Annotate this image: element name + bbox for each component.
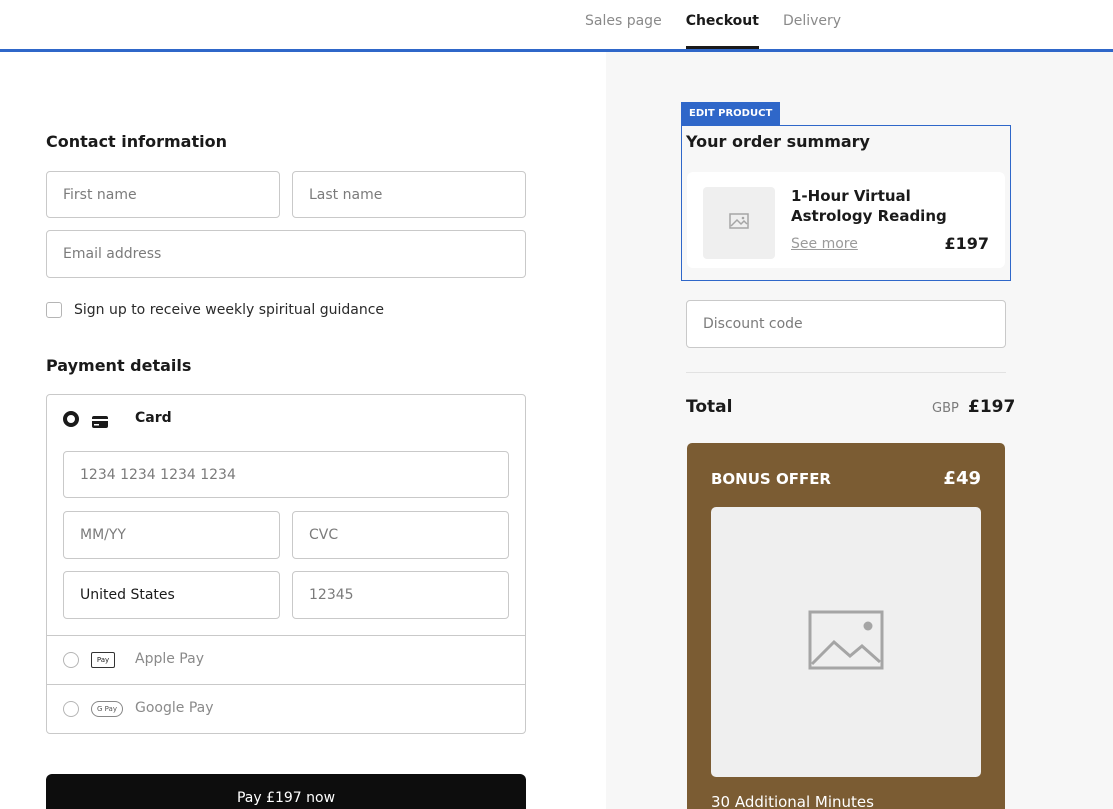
google-pay-label: Google Pay xyxy=(135,700,214,716)
card-label: Card xyxy=(135,410,172,426)
card-number-field[interactable]: 1234 1234 1234 1234 xyxy=(63,451,509,498)
newsletter-checkbox[interactable] xyxy=(46,302,62,318)
pay-now-button[interactable]: Pay £197 now xyxy=(46,774,526,809)
image-placeholder-icon xyxy=(729,213,749,233)
email-field[interactable]: Email address xyxy=(46,230,526,278)
bonus-offer-image xyxy=(711,507,981,777)
tab-delivery[interactable]: Delivery xyxy=(783,0,841,49)
apple-pay-label: Apple Pay xyxy=(135,651,204,667)
product-name: 1-Hour Virtual Astrology Reading xyxy=(791,187,947,225)
contact-section-title: Contact information xyxy=(46,132,227,151)
expiry-field[interactable]: MM/YY xyxy=(63,511,280,559)
nav-tabs: Sales page Checkout Delivery xyxy=(585,0,841,49)
checkout-form: Contact information First name Last name… xyxy=(0,52,606,809)
first-name-field[interactable]: First name xyxy=(46,171,280,218)
newsletter-row: Sign up to receive weekly spiritual guid… xyxy=(46,302,384,318)
see-more-link[interactable]: See more xyxy=(791,236,858,252)
product-card: 1-Hour Virtual Astrology Reading See mor… xyxy=(687,172,1005,268)
payment-section-title: Payment details xyxy=(46,356,192,375)
bonus-offer-price: £49 xyxy=(943,468,981,489)
bonus-offer-caption: 30 Additional Minutes xyxy=(711,793,874,809)
credit-card-icon xyxy=(92,413,108,432)
country-select[interactable]: United States xyxy=(63,571,280,619)
product-thumbnail xyxy=(703,187,775,259)
google-pay-radio[interactable] xyxy=(63,701,79,717)
apple-pay-icon: Pay xyxy=(91,652,115,668)
total-value: £197 xyxy=(968,397,1016,417)
top-nav-bar: Sales page Checkout Delivery xyxy=(0,0,1113,52)
tab-sales-page[interactable]: Sales page xyxy=(585,0,662,49)
total-label: Total xyxy=(686,397,733,417)
product-price: £197 xyxy=(944,234,989,253)
discount-code-field[interactable]: Discount code xyxy=(686,300,1006,348)
tab-checkout[interactable]: Checkout xyxy=(685,0,760,49)
payment-methods-box: Card 1234 1234 1234 1234 MM/YY CVC Unite… xyxy=(46,394,526,734)
image-placeholder-icon xyxy=(808,610,884,674)
divider xyxy=(47,635,525,636)
edit-product-tag[interactable]: EDIT PRODUCT xyxy=(681,102,781,126)
total-currency: GBP xyxy=(932,401,959,416)
last-name-field[interactable]: Last name xyxy=(292,171,526,218)
order-summary-box: Your order summary 1-Hour Virtual Astrol… xyxy=(681,125,1011,281)
card-radio[interactable] xyxy=(63,411,79,427)
newsletter-label: Sign up to receive weekly spiritual guid… xyxy=(74,302,385,318)
divider xyxy=(686,372,1006,373)
order-summary-panel: EDIT PRODUCT Your order summary 1-Hour V… xyxy=(606,52,1113,809)
zip-field[interactable]: 12345 xyxy=(292,571,509,619)
apple-pay-radio[interactable] xyxy=(63,652,79,668)
order-summary-title: Your order summary xyxy=(686,132,870,151)
cvc-field[interactable]: CVC xyxy=(292,511,509,559)
bonus-offer-card[interactable]: BONUS OFFER £49 30 Additional Minutes xyxy=(687,443,1005,809)
google-pay-icon: G Pay xyxy=(91,701,123,717)
bonus-offer-title: BONUS OFFER xyxy=(711,470,831,488)
divider xyxy=(47,684,525,685)
